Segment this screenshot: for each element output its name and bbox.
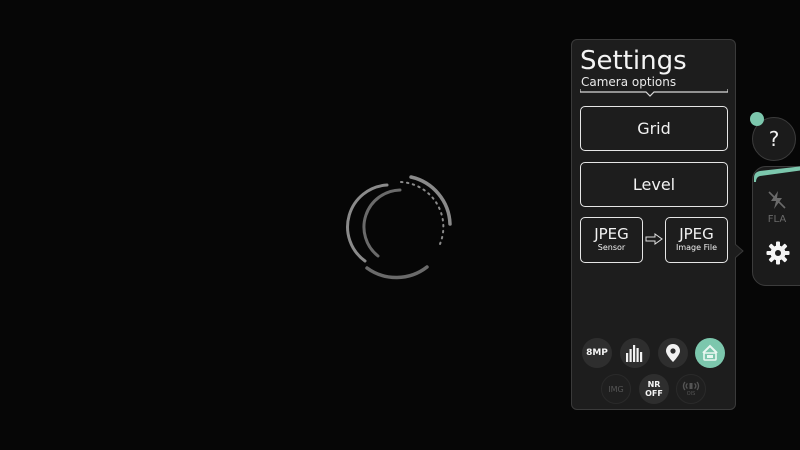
arrow-right-icon xyxy=(645,233,663,245)
sensor-format-caption: Sensor xyxy=(597,243,626,252)
file-format-value: JPEG xyxy=(679,225,714,243)
settings-panel: Settings Camera options Grid Level JPEG … xyxy=(571,39,736,410)
geotag-button[interactable] xyxy=(658,338,688,368)
panel-pointer xyxy=(735,244,744,258)
subtitle-underline xyxy=(580,89,728,97)
level-button[interactable]: Level xyxy=(580,162,728,207)
help-indicator-dot xyxy=(750,112,764,126)
loading-spinner xyxy=(346,175,452,280)
histogram-icon xyxy=(626,345,643,362)
gui-icon xyxy=(702,344,718,361)
file-format-caption: Image File xyxy=(676,243,717,252)
ois-button[interactable]: OIS xyxy=(676,374,706,404)
noise-reduction-button[interactable]: NR OFF xyxy=(639,374,669,404)
settings-subtitle: Camera options xyxy=(581,75,677,89)
resolution-button[interactable]: 8MP xyxy=(582,338,612,368)
gear-icon[interactable] xyxy=(766,241,790,265)
sensor-format-value: JPEG xyxy=(594,225,629,243)
flash-button[interactable]: FLA xyxy=(762,189,792,229)
nr-state: OFF xyxy=(645,389,663,398)
gui-button[interactable] xyxy=(695,338,725,368)
histogram-button[interactable] xyxy=(620,338,650,368)
file-format-button[interactable]: JPEG Image File xyxy=(665,217,728,263)
sensor-format-button[interactable]: JPEG Sensor xyxy=(580,217,643,263)
flash-label: FLA xyxy=(767,214,787,225)
settings-title: Settings xyxy=(580,46,687,76)
side-tab-accent xyxy=(754,166,800,182)
nr-label: NR xyxy=(647,380,661,389)
location-pin-icon xyxy=(666,344,680,362)
grid-button[interactable]: Grid xyxy=(580,106,728,151)
img-button[interactable]: IMG xyxy=(601,374,631,404)
flash-off-icon xyxy=(768,191,786,209)
stabilization-icon xyxy=(682,381,700,391)
ois-label: OIS xyxy=(686,391,696,397)
